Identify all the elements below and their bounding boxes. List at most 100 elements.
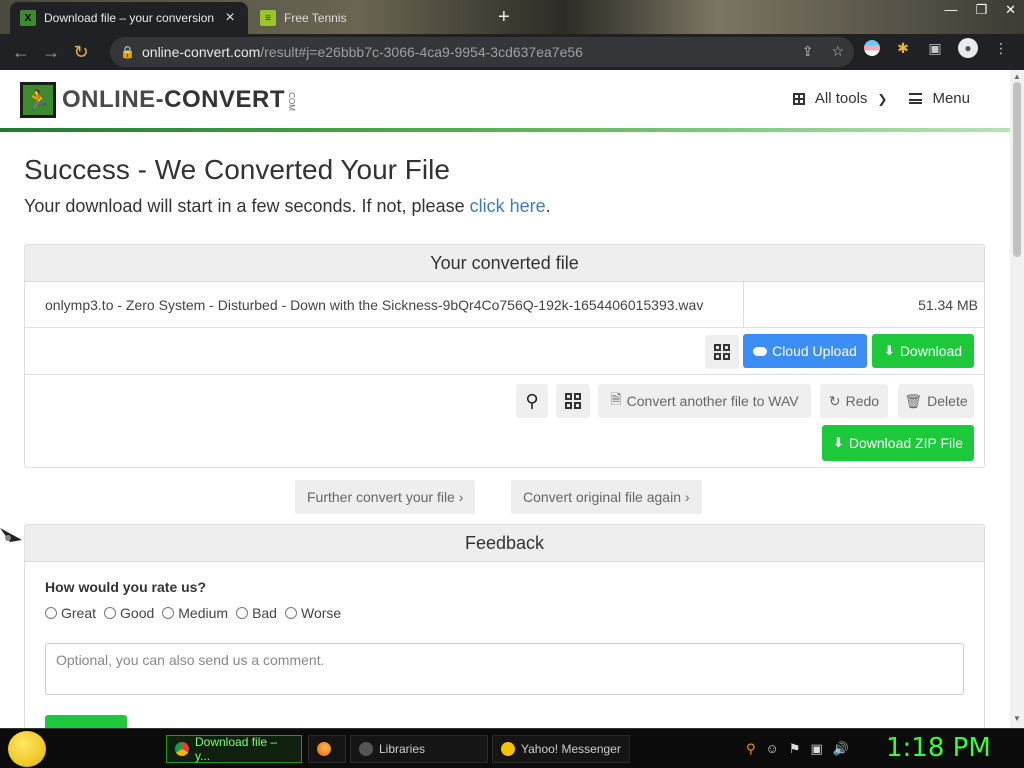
rating-question: How would you rate us? — [45, 579, 207, 595]
radio-circle[interactable] — [45, 607, 57, 619]
comment-textarea[interactable]: Optional, you can also send us a comment… — [45, 643, 964, 695]
radio-circle[interactable] — [104, 607, 117, 619]
chevron-right-icon: › — [684, 489, 690, 505]
download-button[interactable]: ⬇ Download — [872, 334, 974, 368]
reload-icon[interactable]: ↻ — [66, 37, 96, 67]
chrome-icon — [175, 742, 189, 756]
address-bar[interactable]: 🔒 online-convert.com/result#j=e26bbb7c-3… — [110, 37, 854, 67]
scroll-up-icon[interactable]: ▲ — [1013, 72, 1021, 81]
messenger-tray-icon[interactable]: ☺ — [766, 741, 779, 757]
download-label: Download — [899, 343, 963, 359]
redo-button[interactable]: ↻ Redo — [820, 384, 888, 418]
browser-toolbar: ← → ↻ 🔒 online-convert.com/result#j=e26b… — [0, 34, 1024, 70]
new-tab-plus-icon[interactable]: + — [498, 6, 510, 29]
rating-worse[interactable]: Worse — [284, 605, 341, 621]
search-tray-icon[interactable]: ⚲ — [746, 741, 756, 757]
maximize-icon[interactable]: ❐ — [975, 2, 987, 18]
all-tools-menu[interactable]: All tools ❯ — [792, 90, 888, 107]
taskbar-item-firefox[interactable] — [308, 735, 346, 763]
cloud-upload-icon — [753, 346, 768, 356]
header-nav: All tools ❯ Menu — [792, 90, 970, 107]
bookmark-star-icon[interactable]: ☆ — [831, 43, 844, 60]
share-icon[interactable]: ⇪ — [802, 43, 814, 60]
download-icon: ⬇ — [832, 435, 844, 450]
page-title: Success - We Converted Your File — [24, 154, 450, 185]
libraries-icon — [359, 742, 373, 756]
network-icon[interactable]: ▣ — [810, 741, 822, 757]
close-icon[interactable]: × — [222, 9, 238, 27]
scrollbar-thumb[interactable] — [1013, 82, 1021, 257]
qr-code-button-2[interactable] — [556, 384, 590, 418]
rating-bad[interactable]: Bad — [236, 605, 277, 621]
side-panel-icon[interactable]: ▣ — [926, 39, 944, 57]
menu-button[interactable]: Menu — [909, 90, 970, 107]
radio-circle[interactable] — [284, 607, 297, 619]
extension-area: ✱ ▣ ● ⋮ — [864, 38, 1010, 58]
page-subtitle: Your download will start in a few second… — [24, 196, 551, 216]
start-smiley-icon[interactable] — [8, 731, 46, 767]
file-actions-row: Cloud Upload ⬇ Download — [25, 329, 984, 375]
close-window-icon[interactable]: ✕ — [1005, 2, 1016, 18]
qr-code-icon — [714, 344, 730, 360]
rating-medium[interactable]: Medium — [162, 605, 228, 621]
rating-good[interactable]: Good — [104, 605, 154, 621]
lock-icon: 🔒 — [120, 45, 135, 59]
download-zip-button[interactable]: ⬇ Download ZIP File — [822, 425, 974, 461]
logo-text: ONLINE-CONVERT — [62, 86, 286, 113]
extensions-puzzle-icon[interactable]: ✱ — [894, 39, 912, 57]
click-here-link[interactable]: click here — [470, 196, 546, 216]
file-name: onlymp3.to - Zero System - Disturbed - D… — [25, 282, 744, 327]
menu-label: Menu — [932, 90, 970, 107]
forward-arrow-icon[interactable]: → — [36, 37, 66, 67]
cloud-upload-label: Cloud Upload — [772, 343, 857, 359]
taskbar-item-libraries[interactable]: Libraries — [350, 735, 488, 763]
further-convert-button[interactable]: Further convert your file › — [295, 480, 476, 514]
scroll-down-icon[interactable]: ▼ — [1013, 714, 1021, 723]
taskbar-item-yahoo-messenger[interactable]: Yahoo! Messenger — [492, 735, 630, 763]
rating-great[interactable]: Great — [45, 605, 96, 621]
convert-another-label: Convert another file to WAV — [626, 393, 799, 409]
submit-feedback-button[interactable] — [45, 715, 127, 728]
delete-button[interactable]: 🗑 Delete — [898, 384, 974, 418]
more-menu-icon[interactable]: ⋮ — [992, 39, 1010, 57]
page-scrollbar[interactable]: ▲ ▼ — [1010, 70, 1024, 728]
convert-original-button[interactable]: Convert original file again › — [511, 480, 702, 514]
window-controls: — ❐ ✕ — [944, 2, 1016, 18]
firefox-icon — [317, 742, 331, 756]
os-taskbar: Download file – y... Libraries Yahoo! Me… — [0, 728, 1024, 768]
radio-circle[interactable] — [236, 607, 249, 619]
redo-label: Redo — [845, 393, 880, 409]
download-zip-label: Download ZIP File — [848, 435, 964, 451]
volume-icon[interactable]: 🔊 — [833, 741, 849, 757]
chevron-down-icon: ❯ — [877, 91, 888, 106]
tab-download-file[interactable]: X Download file – your conversion × — [10, 2, 248, 34]
profile-avatar-icon[interactable]: ● — [958, 38, 978, 58]
back-arrow-icon[interactable]: ← — [6, 37, 36, 67]
page-viewport: 🏃 ONLINE-CONVERT .COM All tools ❯ Menu S… — [0, 70, 1010, 728]
convert-another-button[interactable]: 🗎 Convert another file to WAV — [598, 384, 811, 418]
tab-title: Download file – your conversion — [44, 11, 215, 25]
feedback-heading: Feedback — [25, 525, 984, 562]
feedback-card: Feedback How would you rate us? Great Go… — [24, 524, 985, 728]
logo-com: .COM — [287, 89, 297, 111]
redo-icon: ↻ — [828, 392, 841, 409]
grid-icon — [792, 92, 805, 105]
taskbar-clock[interactable]: 1:18 PM — [886, 733, 991, 763]
radio-circle[interactable] — [162, 607, 175, 619]
cloud-upload-button[interactable]: Cloud Upload — [743, 334, 867, 368]
system-tray: ⚲ ☺ ⚑ ▣ 🔊 — [746, 741, 849, 757]
minimize-icon[interactable]: — — [944, 2, 957, 18]
tennis-favicon-icon: ≡ — [260, 10, 276, 26]
taskbar-item-chrome[interactable]: Download file – y... — [166, 735, 302, 763]
converted-file-heading: Your converted file — [25, 245, 984, 282]
delete-label: Delete — [927, 393, 968, 409]
qr-code-icon — [565, 393, 581, 409]
tab-title: Free Tennis — [284, 11, 347, 25]
action-center-flag-icon[interactable]: ⚑ — [789, 741, 801, 757]
site-logo[interactable]: 🏃 ONLINE-CONVERT .COM — [20, 82, 296, 118]
search-button[interactable]: ⚲ — [516, 384, 548, 418]
tab-free-tennis[interactable]: ≡ Free Tennis — [252, 2, 462, 34]
qr-code-button[interactable] — [705, 335, 739, 369]
mouse-cursor-icon — [0, 528, 22, 542]
flag-extension-icon[interactable] — [864, 40, 880, 56]
